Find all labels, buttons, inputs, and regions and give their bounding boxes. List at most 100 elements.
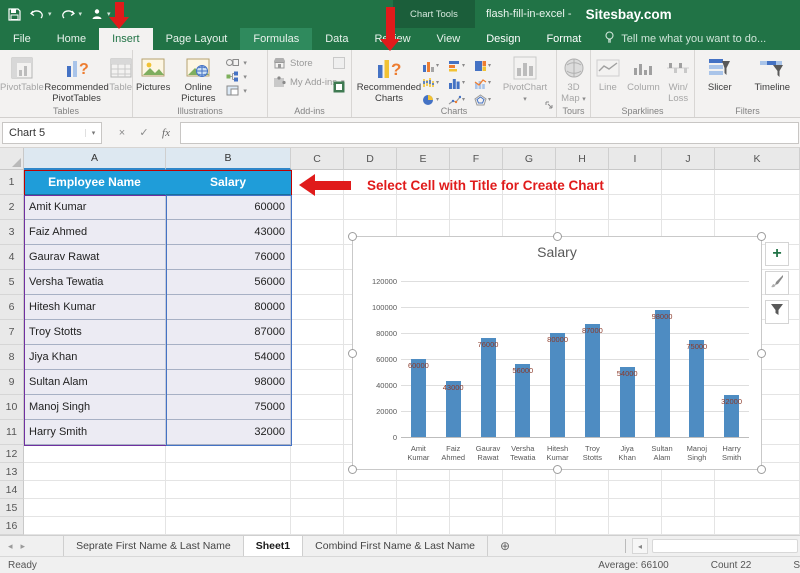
row-header-16[interactable]: 16 [0, 517, 24, 535]
chart-bar[interactable] [655, 310, 670, 437]
grid-cell[interactable]: Gaurav Rawat [24, 245, 166, 270]
chart-bar[interactable] [481, 338, 496, 437]
row-header-2[interactable]: 2 [0, 195, 24, 220]
chart-handle[interactable] [348, 465, 357, 474]
grid-cell[interactable] [715, 481, 800, 499]
chart-handle[interactable] [757, 232, 766, 241]
grid-cell[interactable] [450, 517, 503, 535]
slicer-button[interactable]: Slicer [700, 53, 740, 94]
grid-cell[interactable] [291, 195, 344, 220]
grid-cell[interactable] [662, 170, 715, 195]
row-header-6[interactable]: 6 [0, 295, 24, 320]
new-sheet-button[interactable]: ⊕ [488, 536, 522, 556]
grid-cell[interactable] [556, 481, 609, 499]
grid-cell[interactable] [291, 270, 344, 295]
grid-cell[interactable]: 80000 [166, 295, 291, 320]
column-header-C[interactable]: C [291, 148, 344, 170]
undo-icon[interactable] [30, 8, 44, 20]
grid-cell[interactable] [662, 481, 715, 499]
grid-cell[interactable] [291, 499, 344, 517]
grid-cell[interactable] [397, 195, 450, 220]
recommended-pivottables-button[interactable]: ? Recommended PivotTables [44, 53, 109, 104]
grid-cell[interactable]: 76000 [166, 245, 291, 270]
tab-home[interactable]: Home [44, 28, 99, 50]
column-header-H[interactable]: H [556, 148, 609, 170]
tab-insert[interactable]: Insert [99, 28, 153, 50]
tab-formulas[interactable]: Formulas [240, 28, 312, 50]
smartart-button[interactable]: ▾ [226, 71, 247, 82]
grid-cell[interactable] [291, 295, 344, 320]
screenshot-button[interactable]: ▾ [226, 85, 247, 96]
grid-cell[interactable] [24, 481, 166, 499]
prev-sheet-icon[interactable]: ◂ [8, 541, 13, 552]
grid-cell[interactable] [609, 170, 662, 195]
online-pictures-button[interactable]: Online Pictures [172, 53, 224, 104]
recommended-charts-button[interactable]: ? Recommended Charts [356, 53, 422, 104]
tab-data[interactable]: Data [312, 28, 361, 50]
grid-cell[interactable] [166, 517, 291, 535]
grid-cell[interactable] [291, 320, 344, 345]
grid-cell[interactable] [291, 463, 344, 481]
scrollbar-thumb[interactable] [652, 539, 798, 553]
column-header-J[interactable]: J [662, 148, 715, 170]
tab-page-layout[interactable]: Page Layout [153, 28, 241, 50]
grid-cell[interactable]: 32000 [166, 420, 291, 445]
grid-cell[interactable]: 43000 [166, 220, 291, 245]
insert-function-icon[interactable]: fx [156, 127, 176, 139]
chart-filters-button[interactable] [765, 300, 789, 324]
grid-cell[interactable] [662, 195, 715, 220]
chart[interactable]: Salary 020000400006000080000100000120000… [352, 236, 762, 470]
grid-cell[interactable] [166, 499, 291, 517]
column-header-K[interactable]: K [715, 148, 800, 170]
redo-icon[interactable] [61, 8, 75, 20]
column-header-A[interactable]: A [24, 148, 166, 170]
grid-cell[interactable] [609, 499, 662, 517]
column-header-I[interactable]: I [609, 148, 662, 170]
row-header-8[interactable]: 8 [0, 345, 24, 370]
row-header-14[interactable]: 14 [0, 481, 24, 499]
grid-cell[interactable] [662, 499, 715, 517]
row-header-11[interactable]: 11 [0, 420, 24, 445]
pivotchart-button[interactable]: PivotChart ▾ [500, 53, 550, 105]
chart-bar[interactable] [411, 359, 426, 437]
shapes-button[interactable]: ▾ [226, 57, 247, 68]
row-header-3[interactable]: 3 [0, 220, 24, 245]
chart-elements-button[interactable]: + [765, 242, 789, 266]
grid-cell[interactable] [166, 481, 291, 499]
sheet-tab-combind-first-name-last-name[interactable]: Combind First Name & Last Name [303, 536, 488, 556]
grid-cell[interactable] [450, 499, 503, 517]
tell-me-box[interactable]: Tell me what you want to do... [604, 28, 766, 50]
grid-cell[interactable]: Jiya Khan [24, 345, 166, 370]
row-header-9[interactable]: 9 [0, 370, 24, 395]
grid-cell[interactable] [609, 481, 662, 499]
grid-cell[interactable] [715, 517, 800, 535]
touch-mode-icon[interactable] [91, 8, 103, 20]
name-box[interactable]: Chart 5 ▾ [2, 122, 102, 144]
grid-cell[interactable] [344, 517, 397, 535]
chart-bar[interactable] [550, 333, 565, 437]
grid-cell[interactable] [24, 463, 166, 481]
chart-bar[interactable] [689, 340, 704, 438]
grid-cell[interactable]: 54000 [166, 345, 291, 370]
grid-cell[interactable]: 75000 [166, 395, 291, 420]
grid-cell[interactable] [609, 517, 662, 535]
grid-cell[interactable]: 98000 [166, 370, 291, 395]
scroll-left-icon[interactable]: ◂ [632, 538, 648, 554]
sheet-tab-seprate-first-name-last-name[interactable]: Seprate First Name & Last Name [63, 536, 244, 556]
hilo-chart-icon[interactable]: ▾ [422, 74, 448, 91]
bar-chart-icon[interactable]: ▾ [448, 57, 474, 74]
grid-cell[interactable]: Troy Stotts [24, 320, 166, 345]
save-icon[interactable] [8, 8, 21, 21]
tab-file[interactable]: File [0, 28, 44, 50]
grid-cell[interactable] [166, 445, 291, 463]
grid-cell[interactable] [662, 517, 715, 535]
pictures-button[interactable]: Pictures [136, 53, 170, 94]
row-header-5[interactable]: 5 [0, 270, 24, 295]
tab-format[interactable]: Format [533, 28, 594, 50]
grid-cell[interactable] [503, 517, 556, 535]
row-header-10[interactable]: 10 [0, 395, 24, 420]
chart-bar[interactable] [585, 324, 600, 437]
grid-cell[interactable] [715, 499, 800, 517]
grid-cell[interactable]: Versha Tewatia [24, 270, 166, 295]
table-button[interactable]: Table [109, 53, 132, 94]
